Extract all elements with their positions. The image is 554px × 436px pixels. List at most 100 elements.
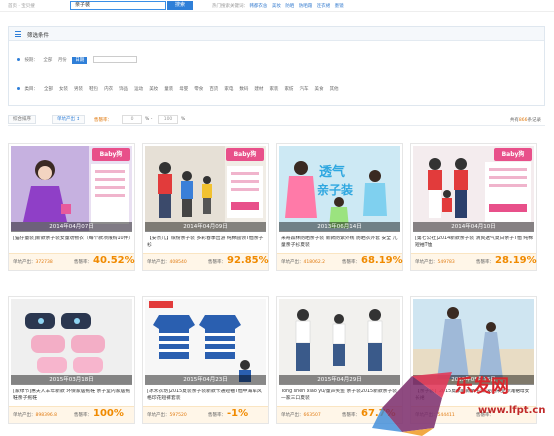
category-item[interactable]: 内衣 xyxy=(104,87,113,92)
sellout-rate: 28.19% xyxy=(495,255,537,266)
search-input[interactable]: 亲子装 xyxy=(70,1,166,10)
sellout-label: 售罄率： xyxy=(74,260,92,265)
category-item[interactable]: 建材 xyxy=(254,87,263,92)
product-image[interactable]: 透气 亲子装 xyxy=(279,146,400,231)
hot-keyword[interactable]: 防晒 xyxy=(285,4,294,9)
category-item[interactable]: 百货 xyxy=(209,87,218,92)
hot-keyword[interactable]: 连衣裙 xyxy=(317,4,331,9)
category-item[interactable]: 男装 xyxy=(74,87,83,92)
category-item[interactable]: 家纺 xyxy=(284,87,293,92)
category-filter-row: 类目： 全部 女装 男装 鞋包 内衣 饰品 运动 美妆 童装 母婴 零食 百货 … xyxy=(17,86,343,92)
category-item[interactable]: 运动 xyxy=(134,87,143,92)
svg-text:亲子装: 亲子装 xyxy=(317,182,353,197)
rate-unit: % xyxy=(181,117,186,122)
date-picker-input[interactable] xyxy=(92,56,137,63)
product-image[interactable] xyxy=(11,299,132,384)
product-stats: 单坑产出：372738 售罄率： 40.52% xyxy=(9,253,135,270)
sort-bar: 综合排序 单坑产出 ↕ 售罄率： 0 % - 100 % 共有866条记录 xyxy=(8,114,545,126)
hot-keywords-label: 热门搜索关键词： xyxy=(212,4,248,9)
product-card[interactable]: 透气 亲子装 2013年06月14日 米奇森林防晒亲子装 新款防紫外线 防晒衣外… xyxy=(276,143,403,271)
product-title[interactable]: [第七公社]2014新款亲子装 清爽透气夏日亲子T恤 纯棉短袖T恤 xyxy=(415,236,533,250)
rate-separator: % - xyxy=(145,117,153,122)
product-title[interactable]: [家绿节]惠夫人羊年新款 环保家居拖鞋 亲子室内家居拖鞋亲子拖鞋 xyxy=(13,389,131,403)
product-card[interactable]: Baby狗 2014年04月10日 [第七公社]2014新款亲子装 清爽透气夏日… xyxy=(410,143,537,271)
product-card[interactable]: 2015年04月23日 [冰禾衣坊]2015夏装亲子装新款卡通短袖T恤中海军风格… xyxy=(142,296,269,424)
breadcrumb: 首页 · 宝贝搜 xyxy=(8,4,35,9)
sellout-rate: 100% xyxy=(93,408,124,419)
rate-min-input[interactable]: 0 xyxy=(122,115,142,124)
brand-badge: Baby狗 xyxy=(226,148,264,161)
hot-keywords: 热门搜索关键词： 韩都衣舍 美妆 防晒 防晒霜 连衣裙 墨镜 xyxy=(212,3,347,9)
product-title[interactable]: 【安奈儿】缤纷亲子装 多彩春季出游 纯棉圆领T恤亲子衫 xyxy=(147,236,265,250)
category-item[interactable]: 女装 xyxy=(59,87,68,92)
filter-panel: 筛选条件 按期： 全部 月份 日期 类目： 全部 女装 男装 鞋包 内衣 饰品 … xyxy=(8,26,545,106)
watermark-url: www.lfpt.cn xyxy=(478,405,546,416)
filter-header: 筛选条件 xyxy=(9,27,544,41)
product-image[interactable] xyxy=(145,299,266,384)
category-item[interactable]: 美妆 xyxy=(149,87,158,92)
product-stats: 单坑产出：898396.8 售罄率： 100% xyxy=(9,406,134,423)
product-card[interactable]: Baby狗 2014年04月07日 [猫仔童装]新款亲子装女童劝物衣（每个款项限… xyxy=(8,143,135,271)
product-image[interactable]: Baby狗 xyxy=(413,146,534,231)
filter-title: 筛选条件 xyxy=(27,33,50,39)
product-title[interactable]: [冰禾衣坊]2015夏装亲子装新款卡通短袖T恤中海军风格印花短裤套装 xyxy=(147,389,265,403)
product-stats: 单坑产出：549783 售罄率： 28.19% xyxy=(411,253,537,270)
sellout-label: 售罄率： xyxy=(342,260,360,265)
category-item[interactable]: 其他 xyxy=(330,87,339,92)
product-title[interactable]: [猫仔童装]新款亲子装女童劝物衣（每个款项限购10件） xyxy=(13,236,131,250)
sellout-label: 售罄率： xyxy=(208,413,226,418)
bullet-icon xyxy=(17,87,20,90)
rate-filter-label: 售罄率： xyxy=(94,118,112,123)
sellout-label: 售罄率： xyxy=(476,260,494,265)
hot-keyword[interactable]: 防晒霜 xyxy=(299,4,313,9)
category-item[interactable]: 家电 xyxy=(224,87,233,92)
category-item[interactable]: 家装 xyxy=(269,87,278,92)
product-image[interactable]: Baby狗 xyxy=(11,146,132,231)
hot-keyword[interactable]: 韩都衣舍 xyxy=(249,4,267,9)
category-item[interactable]: 童装 xyxy=(164,87,173,92)
total-suffix: 条记录 xyxy=(527,118,542,123)
date-option-month[interactable]: 月份 xyxy=(58,58,67,63)
hot-keyword[interactable]: 墨镜 xyxy=(335,4,344,9)
sort-sales-button[interactable]: 单坑产出 ↕ xyxy=(52,115,86,124)
hot-keyword[interactable]: 美妆 xyxy=(272,4,281,9)
category-item[interactable]: 零食 xyxy=(194,87,203,92)
date-option-all[interactable]: 全部 xyxy=(43,58,52,63)
pit-output: 单坑产出：408540 xyxy=(147,260,187,265)
product-title[interactable]: 米奇森林防晒亲子装 新款防紫外线 防晒衣外套 安全 儿童亲子衫夏装 xyxy=(281,236,399,250)
sellout-rate: 40.52% xyxy=(93,255,135,266)
category-item[interactable]: 全部 xyxy=(44,87,53,92)
pit-output: 单坑产出：549783 xyxy=(415,260,455,265)
product-stats: 单坑产出：418062.2 售罄率： 68.19% xyxy=(277,253,403,270)
sellout-rate: -1% xyxy=(227,408,249,419)
rate-max-input[interactable]: 100 xyxy=(158,115,178,124)
category-item[interactable]: 鞋包 xyxy=(89,87,98,92)
pit-output: 单坑产出：597520 xyxy=(147,413,187,418)
search-button[interactable]: 搜索 xyxy=(167,1,193,10)
category-item[interactable]: 母婴 xyxy=(179,87,188,92)
sellout-label: 售罄率： xyxy=(74,413,92,418)
total-count: 866 xyxy=(518,118,528,123)
brand-badge: Baby狗 xyxy=(92,148,130,161)
product-card[interactable]: 2015年03月18日 [家绿节]惠夫人羊年新款 环保家居拖鞋 亲子室内家居拖鞋… xyxy=(8,296,135,424)
date-filter-row: 按期： 全部 月份 日期 xyxy=(17,56,141,64)
product-stats: 单坑产出：408540 售罄率： 92.85% xyxy=(143,253,269,270)
sellout-label: 售罄率： xyxy=(208,260,226,265)
list-icon xyxy=(15,31,21,37)
pit-output: 单坑产出：898396.8 xyxy=(13,413,57,418)
watermark-text: 乐发网 xyxy=(455,376,509,397)
category-item[interactable]: 数码 xyxy=(239,87,248,92)
date-option-day[interactable]: 日期 xyxy=(72,57,88,64)
date-filter-label: 按期： xyxy=(24,58,38,63)
pit-output: 单坑产出：372738 xyxy=(13,260,53,265)
sort-default-button[interactable]: 综合排序 xyxy=(8,115,36,124)
category-item[interactable]: 美食 xyxy=(315,87,324,92)
listing-date: 2014年04月07日 xyxy=(11,222,132,232)
brand-badge: Baby狗 xyxy=(494,148,532,161)
product-image[interactable]: Baby狗 xyxy=(145,146,266,231)
category-item[interactable]: 汽车 xyxy=(300,87,309,92)
product-card[interactable]: Baby狗 2014年04月09日 【安奈儿】缤纷亲子装 多彩春季出游 纯棉圆领… xyxy=(142,143,269,271)
listing-date: 2015年04月23日 xyxy=(145,375,266,385)
svg-text:透气: 透气 xyxy=(319,164,345,180)
category-item[interactable]: 饰品 xyxy=(119,87,128,92)
